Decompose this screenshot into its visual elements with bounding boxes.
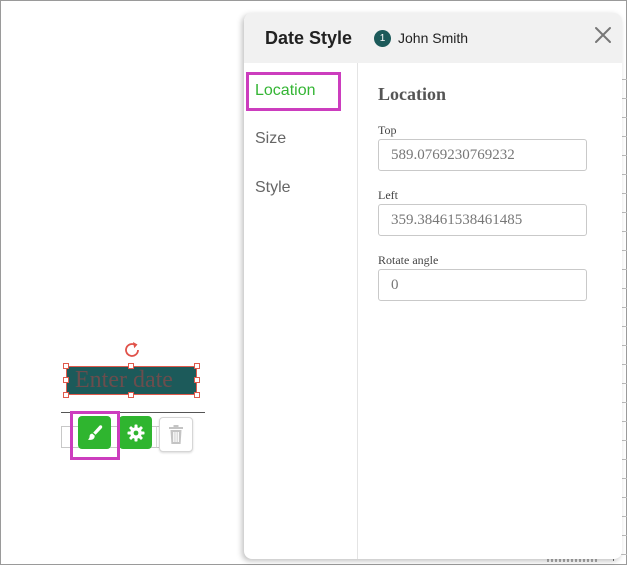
signer-number-badge: 1 [374,30,391,47]
resize-handle-bottom-right[interactable] [194,392,200,398]
resize-handle-bottom-left[interactable] [63,392,69,398]
style-button[interactable] [78,416,111,449]
tab-size[interactable]: Size [255,130,286,148]
top-input[interactable] [378,139,587,171]
rotate-angle-label: Rotate angle [378,253,439,267]
resize-handle-right[interactable] [194,377,200,383]
document-canvas: Enter date Date Style 1 John Smith Locat… [0,0,627,565]
dialog-title: Date Style [265,28,353,48]
settings-button[interactable] [119,416,152,449]
top-label: Top [378,123,397,137]
dialog-header: Date Style 1 John Smith [244,13,622,63]
resize-handle-left[interactable] [63,377,69,383]
dialog-sidebar: Location Size Style [244,63,358,559]
document-line [61,412,205,413]
resize-handle-top[interactable] [128,363,134,369]
section-title: Location [378,84,447,104]
left-label: Left [378,188,398,202]
delete-button[interactable] [159,417,193,452]
tab-location[interactable]: Location [255,82,316,100]
paintbrush-icon [87,424,102,440]
tab-style[interactable]: Style [255,179,291,197]
gear-icon [127,424,144,441]
location-panel: Location Top Left Rotate angle [358,63,622,559]
signer-name: John Smith [398,30,469,46]
left-input[interactable] [378,204,587,236]
date-field[interactable]: Enter date [66,366,197,395]
date-style-dialog: Date Style 1 John Smith Location Size St… [244,13,622,559]
resize-handle-top-right[interactable] [194,363,200,369]
rotate-angle-input[interactable] [378,269,587,301]
rotate-icon[interactable] [121,339,143,361]
resize-handle-bottom[interactable] [128,392,134,398]
close-icon[interactable] [592,24,614,46]
trash-icon [169,424,183,444]
resize-handle-top-left[interactable] [63,363,69,369]
